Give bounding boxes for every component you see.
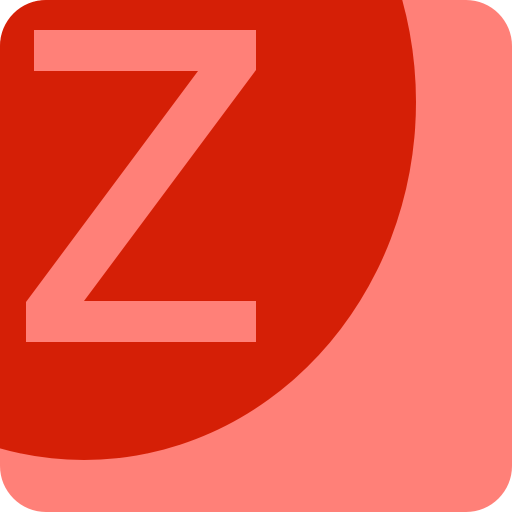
- letter-text: Z: [22, 30, 262, 342]
- app-icon[interactable]: Z: [0, 0, 512, 512]
- letter-z-glyph: Z: [22, 30, 262, 342]
